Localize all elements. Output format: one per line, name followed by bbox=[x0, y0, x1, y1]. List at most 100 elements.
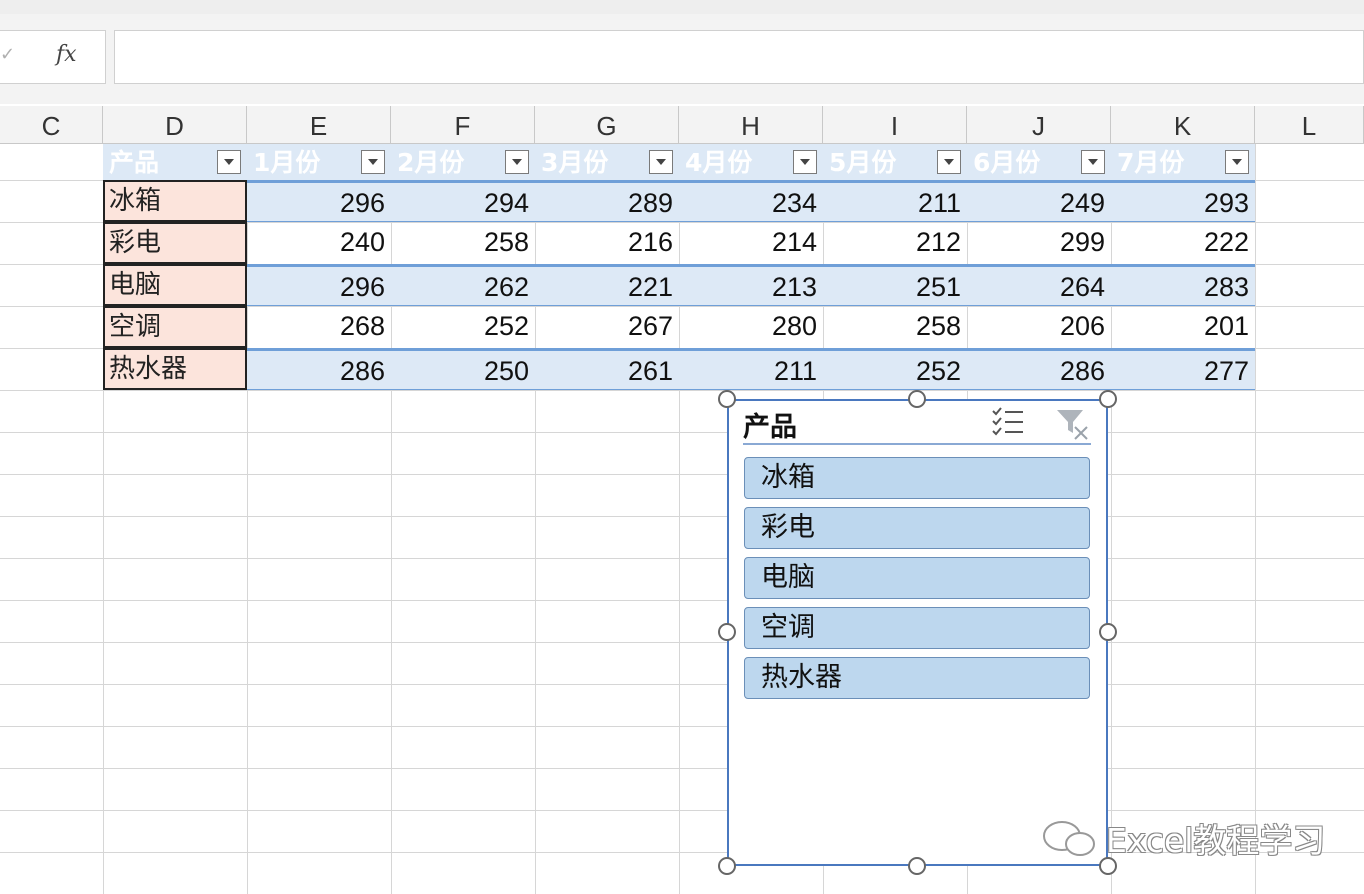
filter-dropdown-icon[interactable] bbox=[505, 150, 529, 174]
value-cell[interactable]: 222 bbox=[1111, 222, 1255, 264]
value-cell[interactable]: 289 bbox=[535, 183, 679, 221]
value-cell[interactable]: 267 bbox=[535, 306, 679, 348]
product-cell[interactable]: 电脑 bbox=[103, 264, 247, 306]
value-cell[interactable]: 258 bbox=[391, 222, 535, 264]
column-header-e[interactable]: E bbox=[247, 106, 391, 144]
product-cell[interactable]: 热水器 bbox=[103, 348, 247, 390]
value-cell[interactable]: 201 bbox=[1111, 306, 1255, 348]
column-header-k[interactable]: K bbox=[1111, 106, 1255, 144]
table-header-3: 3月份 bbox=[535, 144, 679, 180]
value-cell[interactable]: 213 bbox=[679, 267, 823, 305]
value-cell[interactable]: 268 bbox=[247, 306, 391, 348]
resize-handle[interactable] bbox=[908, 390, 926, 408]
table-row: 286 250 261 211 252 286 277 bbox=[247, 348, 1255, 390]
column-header-i[interactable]: I bbox=[823, 106, 967, 144]
value-cell[interactable]: 277 bbox=[1111, 351, 1255, 389]
column-header-l[interactable]: L bbox=[1255, 106, 1364, 144]
formula-buttons bbox=[0, 30, 106, 84]
value-cell[interactable]: 211 bbox=[679, 351, 823, 389]
grid-hline bbox=[0, 600, 1364, 601]
multi-select-icon[interactable] bbox=[991, 407, 1025, 437]
formula-input[interactable] bbox=[114, 30, 1364, 84]
resize-handle[interactable] bbox=[908, 857, 926, 875]
grid-hline bbox=[0, 642, 1364, 643]
grid-vline bbox=[1255, 144, 1256, 894]
filter-dropdown-icon[interactable] bbox=[649, 150, 673, 174]
column-header-c[interactable]: C bbox=[0, 106, 103, 144]
column-header-h[interactable]: H bbox=[679, 106, 823, 144]
insert-function-icon[interactable]: fx bbox=[56, 42, 77, 67]
product-slicer[interactable]: 产品 冰箱 彩电 电脑 空调 热水器 bbox=[727, 399, 1108, 866]
wechat-icon bbox=[1043, 821, 1095, 856]
resize-handle[interactable] bbox=[718, 623, 736, 641]
filter-dropdown-icon[interactable] bbox=[1081, 150, 1105, 174]
grid-hline bbox=[0, 516, 1364, 517]
ribbon-edge bbox=[0, 0, 1364, 14]
value-cell[interactable]: 296 bbox=[247, 267, 391, 305]
resize-handle[interactable] bbox=[718, 857, 736, 875]
product-cell[interactable]: 冰箱 bbox=[103, 180, 247, 222]
value-cell[interactable]: 280 bbox=[679, 306, 823, 348]
value-cell[interactable]: 214 bbox=[679, 222, 823, 264]
product-cell[interactable]: 彩电 bbox=[103, 222, 247, 264]
slicer-item[interactable]: 热水器 bbox=[744, 657, 1090, 699]
column-header-f[interactable]: F bbox=[391, 106, 535, 144]
filter-dropdown-icon[interactable] bbox=[217, 150, 241, 174]
resize-handle[interactable] bbox=[1099, 623, 1117, 641]
value-cell[interactable]: 212 bbox=[823, 222, 967, 264]
value-cell[interactable]: 286 bbox=[247, 351, 391, 389]
resize-handle[interactable] bbox=[718, 390, 736, 408]
value-cell[interactable]: 294 bbox=[391, 183, 535, 221]
value-cell[interactable]: 283 bbox=[1111, 267, 1255, 305]
table-header-label: 3月份 bbox=[541, 148, 609, 177]
grid-hline bbox=[0, 810, 1364, 811]
grid-hline bbox=[0, 432, 1364, 433]
slicer-item[interactable]: 空调 bbox=[744, 607, 1090, 649]
value-cell[interactable]: 252 bbox=[823, 351, 967, 389]
grid-hline bbox=[0, 726, 1364, 727]
value-cell[interactable]: 251 bbox=[823, 267, 967, 305]
value-cell[interactable]: 240 bbox=[247, 222, 391, 264]
value-cell[interactable]: 296 bbox=[247, 183, 391, 221]
grid-hline bbox=[0, 684, 1364, 685]
filter-dropdown-icon[interactable] bbox=[793, 150, 817, 174]
value-cell[interactable]: 216 bbox=[535, 222, 679, 264]
column-header-j[interactable]: J bbox=[967, 106, 1111, 144]
value-cell[interactable]: 258 bbox=[823, 306, 967, 348]
value-cell[interactable]: 261 bbox=[535, 351, 679, 389]
table-header-2: 2月份 bbox=[391, 144, 535, 180]
column-header-g[interactable]: G bbox=[535, 106, 679, 144]
value-cell[interactable]: 234 bbox=[679, 183, 823, 221]
table-header-label: 7月份 bbox=[1117, 148, 1185, 177]
value-cell[interactable]: 249 bbox=[967, 183, 1111, 221]
value-cell[interactable]: 206 bbox=[967, 306, 1111, 348]
enter-check-icon[interactable]: ✓ bbox=[0, 44, 15, 65]
grid-hline bbox=[0, 768, 1364, 769]
filter-dropdown-icon[interactable] bbox=[937, 150, 961, 174]
table-header-label: 产品 bbox=[109, 148, 160, 177]
value-cell[interactable]: 293 bbox=[1111, 183, 1255, 221]
slicer-item[interactable]: 彩电 bbox=[744, 507, 1090, 549]
resize-handle[interactable] bbox=[1099, 390, 1117, 408]
value-cell[interactable]: 252 bbox=[391, 306, 535, 348]
table-header-4: 4月份 bbox=[679, 144, 823, 180]
value-cell[interactable]: 250 bbox=[391, 351, 535, 389]
value-cell[interactable]: 262 bbox=[391, 267, 535, 305]
table-row: 296 294 289 234 211 249 293 bbox=[247, 180, 1255, 222]
value-cell[interactable]: 221 bbox=[535, 267, 679, 305]
table-header-label: 2月份 bbox=[397, 148, 465, 177]
value-cell[interactable]: 264 bbox=[967, 267, 1111, 305]
value-cell[interactable]: 211 bbox=[823, 183, 967, 221]
filter-dropdown-icon[interactable] bbox=[1225, 150, 1249, 174]
grid-hline bbox=[0, 474, 1364, 475]
table-row: 296 262 221 213 251 264 283 bbox=[247, 264, 1255, 306]
slicer-item[interactable]: 冰箱 bbox=[744, 457, 1090, 499]
filter-dropdown-icon[interactable] bbox=[361, 150, 385, 174]
value-cell[interactable]: 299 bbox=[967, 222, 1111, 264]
table-header-1: 1月份 bbox=[247, 144, 391, 180]
value-cell[interactable]: 286 bbox=[967, 351, 1111, 389]
clear-filter-icon[interactable] bbox=[1055, 407, 1089, 441]
product-cell[interactable]: 空调 bbox=[103, 306, 247, 348]
slicer-item[interactable]: 电脑 bbox=[744, 557, 1090, 599]
column-header-d[interactable]: D bbox=[103, 106, 247, 144]
